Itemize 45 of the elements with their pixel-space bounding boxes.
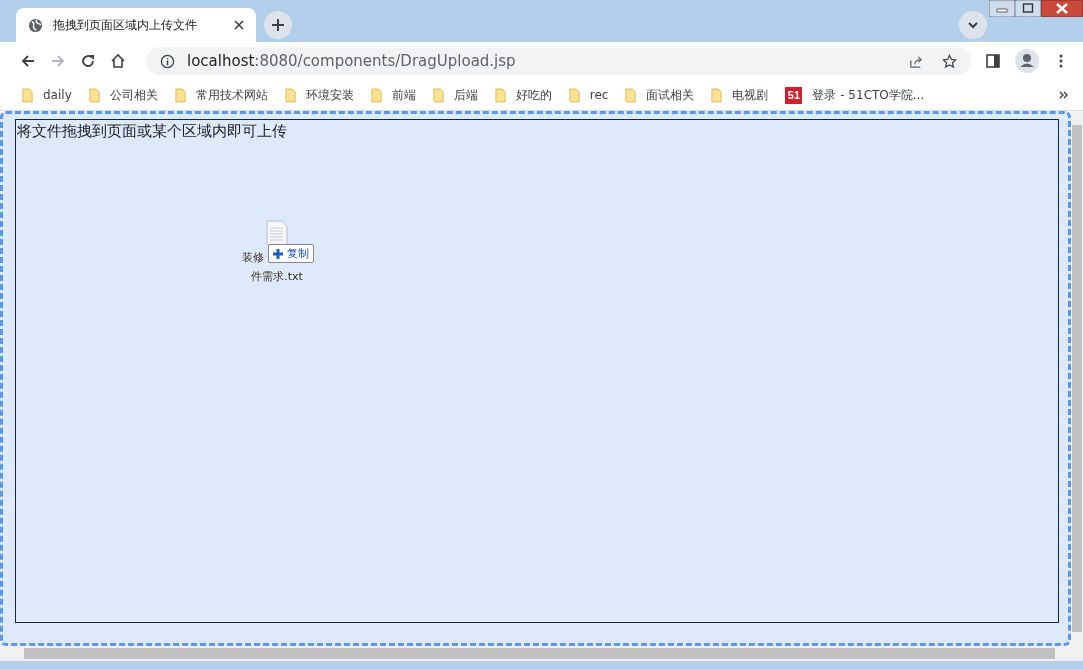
file-name-text: 装修 xyxy=(242,250,264,265)
bookmark-link[interactable]: 电视剧 xyxy=(732,86,769,104)
bookmark-link[interactable]: 环境安装 xyxy=(305,86,354,104)
address-bar[interactable]: localhost:8080/components/DragUpload.jsp xyxy=(146,47,971,75)
chevron-icon[interactable] xyxy=(1059,90,1069,100)
file-name-text: 件需求.txt xyxy=(251,269,303,284)
browser-tab[interactable]: 拖拽到页面区域内上传文件 xyxy=(16,8,256,42)
folder-icon xyxy=(494,87,506,103)
folder-icon xyxy=(22,87,33,103)
home-icon[interactable] xyxy=(110,53,126,69)
url-text: localhost:8080/components/DragUpload.jsp xyxy=(187,52,516,70)
profile-avatar[interactable] xyxy=(1015,49,1039,73)
globe-icon xyxy=(28,17,43,33)
folder-icon xyxy=(174,87,186,103)
reload-icon[interactable] xyxy=(80,53,96,69)
close-icon[interactable] xyxy=(234,20,244,30)
plus-icon xyxy=(273,248,283,259)
bookmark-link[interactable]: 公司相关 xyxy=(109,86,158,104)
bookmark-link[interactable]: 面试相关 xyxy=(646,86,695,104)
copy-tooltip: 复制 xyxy=(268,244,314,263)
star-icon[interactable] xyxy=(942,53,957,69)
maximize-button[interactable] xyxy=(1015,0,1041,17)
folder-icon xyxy=(711,87,723,103)
side-panel-icon[interactable] xyxy=(985,53,1001,69)
bookmark-link[interactable]: 前端 xyxy=(391,86,416,104)
bookmark-link[interactable]: daily xyxy=(43,88,72,102)
bookmark-link[interactable]: 好吃的 xyxy=(515,86,552,104)
tab-search-button[interactable] xyxy=(959,11,987,39)
drop-zone-text: 将文件拖拽到页面或某个区域内即可上传 xyxy=(16,121,288,142)
bookmark-link[interactable]: rec xyxy=(589,88,609,102)
folder-icon xyxy=(88,87,100,103)
folder-icon xyxy=(432,87,444,103)
text-file-icon xyxy=(266,220,288,246)
back-icon[interactable] xyxy=(20,53,36,69)
bookmark-link[interactable]: 登录 - 51CTO学院... xyxy=(812,86,925,104)
folder-icon xyxy=(370,87,382,103)
close-button[interactable] xyxy=(1041,0,1083,17)
site-logo: 51 xyxy=(785,86,803,104)
folder-icon xyxy=(568,87,580,103)
info-icon xyxy=(160,53,175,69)
bookmark-link[interactable]: 后端 xyxy=(453,86,478,104)
bookmark-link[interactable]: 常用技术网站 xyxy=(195,86,268,104)
new-tab-button[interactable] xyxy=(264,11,292,39)
folder-icon xyxy=(284,87,296,103)
folder-icon xyxy=(625,87,637,103)
